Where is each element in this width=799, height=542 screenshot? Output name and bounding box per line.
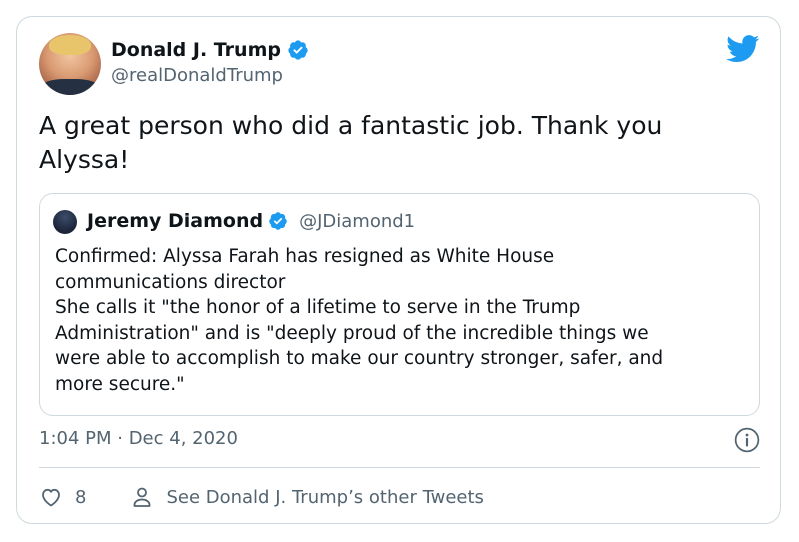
quoted-author-row: Jeremy Diamond @JDiamond1 [87, 210, 415, 232]
avatar-hair [49, 35, 91, 55]
quoted-author-name: Jeremy Diamond [87, 210, 264, 232]
quoted-text-line: She calls it "the honor of a lifetime to… [55, 297, 581, 318]
quoted-text-line: more secure." [55, 373, 185, 395]
quoted-text-line: were able to accomplish to make our coun… [55, 348, 664, 369]
verified-badge-icon [288, 40, 308, 60]
divider [39, 467, 760, 468]
like-count: 8 [75, 486, 87, 508]
author-name-row: Donald J. Trump [111, 39, 309, 61]
quoted-text-line: communications director [55, 271, 286, 293]
quoted-text-line: Administration" and is "deeply proud of … [55, 322, 649, 344]
avatar-suit [41, 79, 99, 95]
tweet-card: Donald J. Trump @realDonaldTrump A great… [16, 16, 781, 524]
author-avatar[interactable] [39, 33, 101, 95]
quoted-text-line: Confirmed: Alyssa Farah has resigned as … [55, 246, 555, 267]
verified-badge-icon [269, 212, 287, 230]
tweet-actions: 8 See Donald J. Trump’s other Tweets [39, 485, 484, 509]
other-tweets-link[interactable]: See Donald J. Trump’s other Tweets [130, 485, 484, 509]
quoted-author-handle: @JDiamond1 [299, 210, 416, 232]
tweet-text-line: Alyssa! [39, 145, 130, 174]
tweet-text: A great person who did a fantastic job. … [39, 109, 759, 177]
author-display-name[interactable]: Donald J. Trump [111, 39, 281, 61]
person-icon [134, 487, 151, 507]
tweet-text-line: A great person who did a fantastic job. … [39, 111, 663, 140]
heart-icon [42, 488, 60, 507]
like-button[interactable]: 8 [39, 485, 86, 509]
author-handle[interactable]: @realDonaldTrump [111, 65, 283, 86]
quoted-author-avatar [53, 210, 77, 234]
other-tweets-label: See Donald J. Trump’s other Tweets [166, 486, 484, 508]
quoted-tweet[interactable]: Jeremy Diamond @JDiamond1 Confirmed: Aly… [39, 193, 760, 416]
twitter-bird-icon[interactable] [726, 35, 760, 63]
info-icon[interactable] [734, 427, 760, 453]
quoted-tweet-text: Confirmed: Alyssa Farah has resigned as … [55, 244, 755, 397]
tweet-timestamp[interactable]: 1:04 PM · Dec 4, 2020 [39, 428, 238, 449]
